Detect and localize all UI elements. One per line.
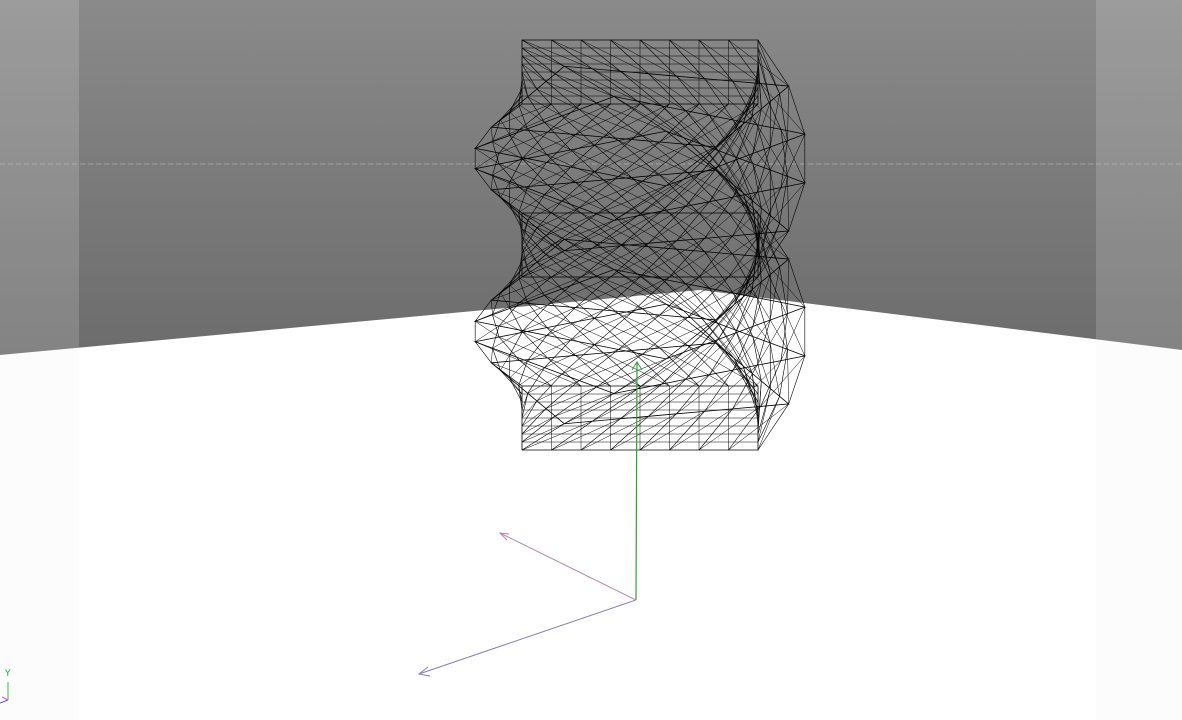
3d-viewport[interactable]: Y xyxy=(0,0,1182,720)
scene-canvas[interactable] xyxy=(0,0,1182,720)
gizmo-y-label: Y xyxy=(5,669,11,679)
